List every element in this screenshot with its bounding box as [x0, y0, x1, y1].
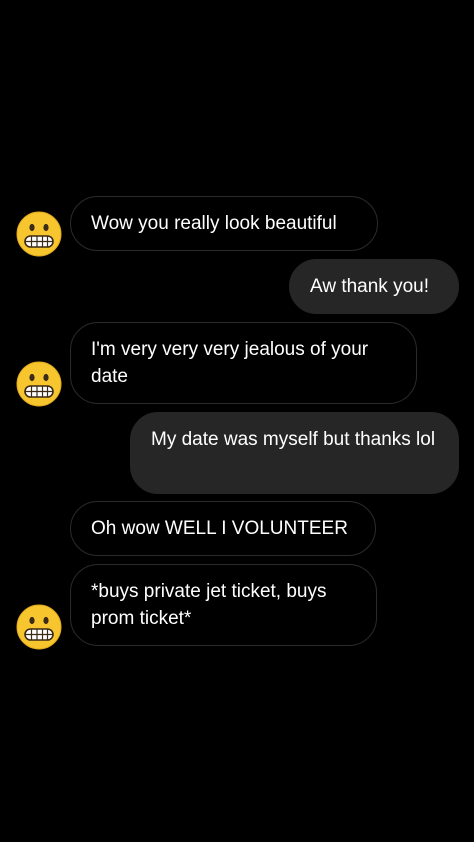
message-bubble-incoming[interactable]: Wow you really look beautiful	[70, 196, 378, 251]
message-text: My date was myself but thanks lol	[151, 429, 436, 450]
message-bubble-outgoing[interactable]: Aw thank you!	[289, 259, 459, 314]
message-bubble-incoming[interactable]: *buys private jet ticket, buys prom tick…	[70, 564, 377, 646]
message-text: Wow you really look beautiful	[91, 213, 337, 234]
grimacing-face-emoji-avatar[interactable]	[16, 211, 62, 257]
message-text: *buys private jet ticket, buys prom tick…	[91, 581, 327, 629]
message-text: I'm very very very jealous of your date	[91, 339, 369, 387]
chat-thread: Wow you really look beautiful Aw thank y…	[0, 0, 474, 842]
grimacing-face-emoji-avatar[interactable]	[16, 361, 62, 407]
message-text: Aw thank you!	[310, 276, 430, 297]
message-bubble-incoming[interactable]: I'm very very very jealous of your date	[70, 322, 417, 404]
message-bubble-incoming[interactable]: Oh wow WELL I VOLUNTEER	[70, 501, 376, 556]
grimacing-face-emoji-avatar[interactable]	[16, 604, 62, 650]
message-bubble-outgoing[interactable]: My date was myself but thanks lol	[130, 412, 459, 494]
message-text: Oh wow WELL I VOLUNTEER	[91, 518, 348, 539]
